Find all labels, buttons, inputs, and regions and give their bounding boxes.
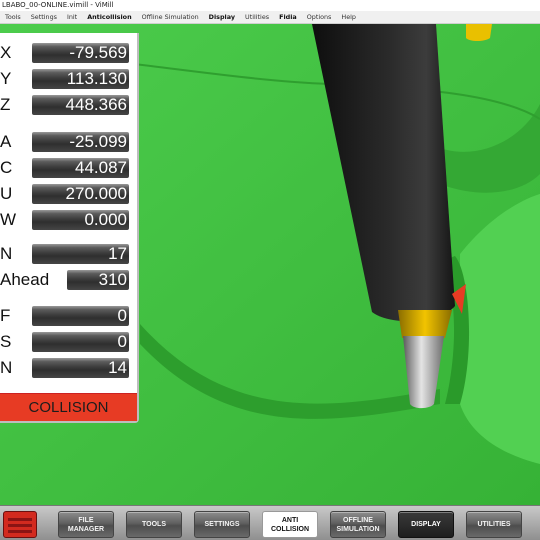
axis-label: Ahead xyxy=(0,270,50,289)
window-controls xyxy=(498,0,540,11)
axis-value: -25.099 xyxy=(32,132,129,152)
menu-bar: Tools Settings Init Anticollision Offline Si… xyxy=(0,11,540,24)
menu-item-utilities[interactable]: Utilities xyxy=(240,11,274,24)
toolbar-button-settings[interactable]: SETTINGS xyxy=(194,511,250,538)
fidia-logo-icon[interactable] xyxy=(3,511,37,538)
axis-label: Z xyxy=(0,95,11,114)
readout-row-y: Y 113.130 xyxy=(0,68,139,90)
toolbar-button-label: SETTINGS xyxy=(204,521,240,528)
menu-item-settings[interactable]: Settings xyxy=(26,11,62,24)
toolbar-button-label: DISPLAY xyxy=(411,521,441,528)
readout-row-z: Z 448.366 xyxy=(0,94,139,116)
axis-label: N xyxy=(0,244,13,263)
toolbar-button-anti-collision[interactable]: ANTI COLLISION xyxy=(262,511,318,538)
close-button[interactable] xyxy=(526,0,540,11)
tool-holder xyxy=(398,310,452,338)
axis-label: A xyxy=(0,132,12,151)
axis-label: U xyxy=(0,184,13,203)
axis-label: S xyxy=(0,332,12,351)
axis-label: X xyxy=(0,43,12,62)
readout-row-w: W 0.000 xyxy=(0,209,139,231)
position-readout-panel: COLLISION X -79.569 Y 113.130 Z 448.366 A -25.0… xyxy=(0,33,139,423)
readout-row-s: S0 xyxy=(0,331,139,353)
bottom-toolbar: FILE MANAGER TOOLS SETTINGS ANTI COLLISION O… xyxy=(0,505,540,540)
toolbar-button-label: UTILITIES xyxy=(477,521,511,528)
menu-item-fidia[interactable]: Fidia xyxy=(274,11,302,24)
collision-status-badge: COLLISION xyxy=(0,393,137,421)
axis-label: W xyxy=(0,210,17,229)
axis-label: Y xyxy=(0,69,12,88)
menu-item-init[interactable]: Init xyxy=(62,11,82,24)
menu-item-anticollision[interactable]: Anticollision xyxy=(82,11,136,24)
toolbar-button-label: ANTI COLLISION xyxy=(270,516,310,533)
readout-row-ahead: Ahead 310 xyxy=(0,269,139,291)
toolbar-button-label: FILE MANAGER xyxy=(67,516,105,533)
menu-item-offline-simulation[interactable]: Offline Simulation xyxy=(137,11,204,24)
toolbar-button-label: OFFLINE SIMULATION xyxy=(336,516,380,533)
toolbar-button-utilities[interactable]: UTILITIES xyxy=(466,511,522,538)
toolbar-button-file-manager[interactable]: FILE MANAGER xyxy=(58,511,114,538)
maximize-button[interactable] xyxy=(512,0,526,11)
window-title: LBABO_00-ONLINE.vimill - ViMill xyxy=(2,1,114,9)
readout-row-f: F0 xyxy=(0,305,139,327)
toolbar-button-label: TOOLS xyxy=(142,521,166,528)
axis-value: 448.366 xyxy=(32,95,129,115)
toolbar-button-display[interactable]: DISPLAY xyxy=(398,511,454,538)
readout-row-n: N 17 xyxy=(0,243,139,265)
toolbar-button-offline-simulation[interactable]: OFFLINE SIMULATION xyxy=(330,511,386,538)
menu-item-help[interactable]: Help xyxy=(336,11,361,24)
axis-value: 310 xyxy=(67,270,129,290)
menu-item-tools[interactable]: Tools xyxy=(0,11,26,24)
axis-value: 17 xyxy=(32,244,129,264)
axis-value: 44.087 xyxy=(32,158,129,178)
readout-row-n: N 14 xyxy=(0,357,139,379)
axis-label: C xyxy=(0,158,13,177)
axis-value: 270.000 xyxy=(32,184,129,204)
minimize-button[interactable] xyxy=(498,0,512,11)
readout-row-a: A -25.099 xyxy=(0,131,139,153)
axis-value: 14 xyxy=(32,358,129,378)
title-bar: LBABO_00-ONLINE.vimill - ViMill xyxy=(0,0,540,11)
axis-value: 113.130 xyxy=(32,69,129,89)
axis-value: 0 xyxy=(32,306,129,326)
menu-item-display[interactable]: Display xyxy=(204,11,240,24)
axis-value: -79.569 xyxy=(32,43,129,63)
axis-label: N xyxy=(0,358,13,377)
readout-row-c: C 44.087 xyxy=(0,157,139,179)
readout-row-u: U 270.000 xyxy=(0,183,139,205)
secondary-tool xyxy=(466,24,492,41)
axis-value: 0 xyxy=(32,332,129,352)
toolbar-button-tools[interactable]: TOOLS xyxy=(126,511,182,538)
axis-value: 0.000 xyxy=(32,210,129,230)
menu-item-options[interactable]: Options xyxy=(302,11,337,24)
axis-label: F xyxy=(0,306,11,325)
readout-row-x: X -79.569 xyxy=(0,42,139,64)
